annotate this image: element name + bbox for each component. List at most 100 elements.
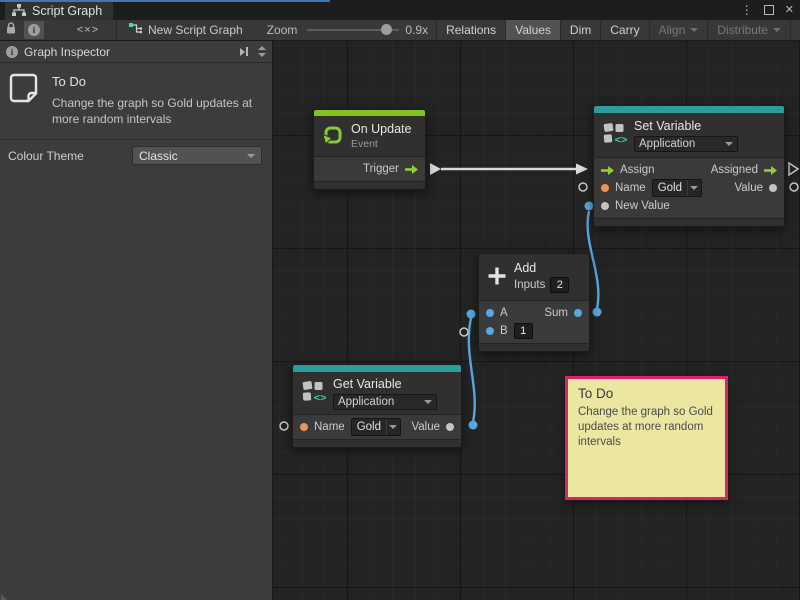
trigger-output-connector[interactable]: [430, 163, 441, 175]
panel-scroll-arrows[interactable]: [258, 46, 266, 57]
variable-scope-select[interactable]: Application: [634, 136, 738, 152]
b-value-field[interactable]: 1: [514, 323, 533, 339]
node-title: Get Variable: [333, 377, 437, 391]
port-label: B: [500, 325, 508, 337]
graph-inspector-header[interactable]: i Graph Inspector: [0, 41, 272, 63]
add-b-connector[interactable]: [460, 328, 468, 336]
chevron-down-icon: [773, 28, 781, 32]
distribute-dropdown[interactable]: Distribute: [707, 20, 790, 40]
chevron-down-icon: [690, 28, 698, 32]
node-get-variable[interactable]: <> Get Variable Application: [292, 364, 462, 448]
relations-label: Relations: [446, 23, 496, 37]
sum-output-port[interactable]: Sum: [544, 307, 582, 319]
zoom-slider[interactable]: [307, 20, 399, 40]
set-variable-assigned-connector[interactable]: [789, 163, 798, 175]
inspector-title: Graph Inspector: [24, 45, 234, 59]
chevron-down-icon: [424, 400, 432, 404]
colour-theme-value: Classic: [139, 149, 178, 163]
value-wire-get-to-add[interactable]: [469, 318, 475, 422]
relations-button[interactable]: Relations: [436, 20, 505, 40]
scroll-down-icon[interactable]: [258, 53, 266, 57]
window-menu-icon[interactable]: ⋮: [741, 4, 753, 16]
graph-asset-button[interactable]: New Script Graph: [129, 23, 243, 38]
lock-icon: [5, 22, 17, 38]
code-icon: <×>: [77, 24, 99, 36]
note-text: Change the graph so Gold updates at more…: [52, 96, 270, 127]
colour-theme-label: Colour Theme: [8, 149, 124, 163]
dock-panel-icon[interactable]: [240, 47, 248, 56]
port-label: Assign: [620, 164, 655, 176]
port-dot: [574, 309, 582, 317]
name-input-port[interactable]: Name Gold: [601, 179, 702, 197]
carry-button[interactable]: Carry: [600, 20, 648, 40]
node-add[interactable]: Add Inputs 2 A Sum: [478, 253, 590, 352]
variable-name-select[interactable]: Gold: [652, 179, 702, 197]
name-input-port[interactable]: Name Gold: [300, 418, 401, 436]
variable-scope-select[interactable]: Application: [333, 394, 437, 410]
add-a-connector[interactable]: [467, 310, 476, 319]
variables-icon: <>: [602, 122, 627, 148]
trigger-output-port[interactable]: Trigger: [363, 163, 418, 175]
inspect-toggle-button[interactable]: i: [24, 21, 44, 39]
node-title: Add: [514, 261, 569, 275]
svg-text:<>: <>: [615, 133, 628, 145]
port-label: Sum: [544, 307, 568, 319]
add-sum-connector[interactable]: [593, 308, 602, 317]
inputs-count-field[interactable]: 2: [550, 277, 569, 293]
value-output-port[interactable]: Value: [734, 182, 777, 194]
port-dot: [769, 184, 777, 192]
dim-button[interactable]: Dim: [560, 20, 600, 40]
flow-arrow-icon: [405, 165, 418, 174]
scroll-up-icon[interactable]: [258, 46, 266, 50]
values-button[interactable]: Values: [505, 20, 560, 40]
inputs-label: Inputs: [514, 279, 545, 291]
sticky-note[interactable]: To Do Change the graph so Gold updates a…: [565, 376, 728, 500]
node-subtitle: Event: [351, 138, 411, 150]
variable-name-value: Gold: [653, 182, 687, 194]
align-label: Align: [659, 23, 686, 37]
chevron-down-icon: [725, 142, 733, 146]
scope-value: Application: [639, 138, 695, 150]
sticky-note-title: To Do: [578, 386, 715, 401]
value-output-port[interactable]: Value: [411, 421, 454, 433]
plus-icon: [487, 266, 507, 289]
maximize-icon[interactable]: [764, 5, 774, 15]
node-on-update[interactable]: On Update Event Trigger: [313, 109, 426, 190]
zoom-slider-handle[interactable]: [381, 24, 392, 35]
tab-script-graph[interactable]: Script Graph: [5, 2, 113, 20]
new-value-input-port[interactable]: New Value: [601, 200, 670, 212]
node-set-variable[interactable]: <> Set Variable Application: [593, 105, 785, 227]
overview-button[interactable]: Overview: [790, 20, 800, 40]
get-variable-value-connector[interactable]: [469, 421, 478, 430]
a-input-port[interactable]: A: [486, 307, 508, 319]
variable-color-bar: [594, 106, 784, 113]
get-variable-name-connector[interactable]: [280, 422, 288, 430]
graph-canvas[interactable]: On Update Event Trigger: [273, 41, 800, 600]
port-label: Name: [314, 421, 345, 433]
toolbar-right-group: Relations Values Dim Carry Align Distrib…: [436, 20, 800, 40]
set-variable-value-connector[interactable]: [790, 183, 798, 191]
sticky-note-icon: [8, 72, 42, 127]
close-icon[interactable]: ✕: [785, 5, 794, 16]
assigned-output-port[interactable]: Assigned: [711, 164, 777, 176]
lock-button[interactable]: [0, 20, 22, 40]
assign-input-port[interactable]: Assign: [601, 164, 655, 176]
set-variable-name-connector[interactable]: [579, 183, 587, 191]
align-dropdown[interactable]: Align: [649, 20, 708, 40]
port-label: Name: [615, 182, 646, 194]
chevron-down-icon: [247, 154, 255, 158]
carry-label: Carry: [610, 23, 639, 37]
variable-name-select[interactable]: Gold: [351, 418, 401, 436]
values-label: Values: [515, 23, 551, 37]
info-icon: i: [6, 46, 18, 58]
b-input-port[interactable]: B 1: [486, 323, 533, 339]
colour-theme-select[interactable]: Classic: [132, 146, 262, 165]
code-view-button[interactable]: <×>: [60, 20, 116, 40]
port-dot: [601, 202, 609, 210]
node-title: On Update: [351, 122, 411, 136]
chevron-down-icon: [389, 425, 397, 429]
variable-name-value: Gold: [352, 421, 386, 433]
port-dot: [446, 423, 454, 431]
panel-resize-handle[interactable]: [1, 594, 7, 600]
zoom-label: Zoom: [267, 23, 298, 37]
